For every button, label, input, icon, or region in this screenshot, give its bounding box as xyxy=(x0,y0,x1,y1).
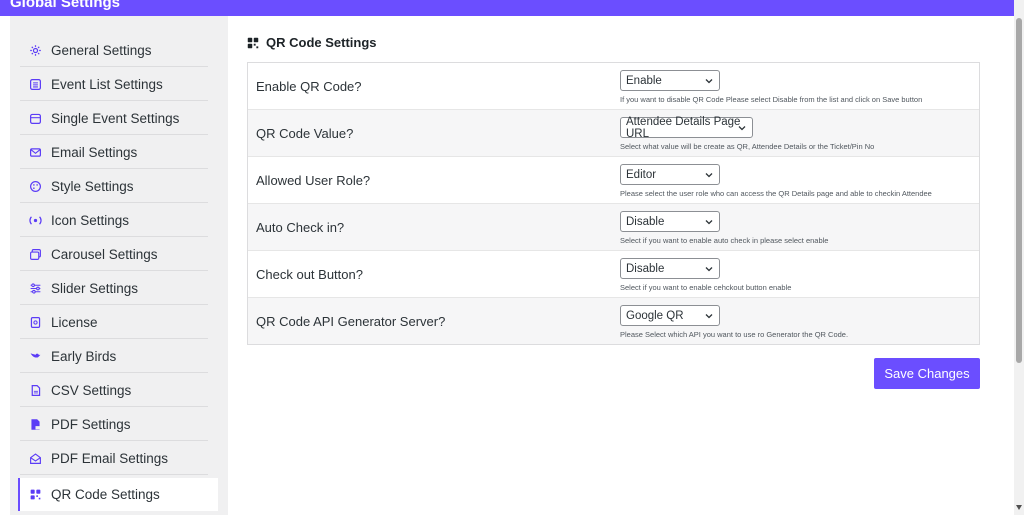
sidebar-item-label: QR Code Settings xyxy=(51,487,160,502)
envelope-open-icon xyxy=(28,451,42,465)
select-value: Enable xyxy=(626,74,662,87)
chevron-down-icon xyxy=(705,173,713,178)
api-server-select[interactable]: Google QR xyxy=(620,305,720,326)
page-title: Global Settings xyxy=(10,0,121,11)
panel-title: QR Code Settings xyxy=(247,35,377,50)
sidebar-item-email-settings[interactable]: Email Settings xyxy=(20,136,208,169)
select-value: Editor xyxy=(626,168,657,181)
page-scrollbar[interactable] xyxy=(1014,0,1024,515)
sidebar-item-label: Single Event Settings xyxy=(51,110,180,126)
setting-row-api-server: QR Code API Generator Server? Google QR … xyxy=(248,298,979,344)
top-header-bar: Global Settings xyxy=(0,0,1014,16)
sidebar-item-label: Slider Settings xyxy=(51,280,139,296)
scrollbar-thumb[interactable] xyxy=(1016,18,1022,363)
select-value: Google QR xyxy=(626,309,684,322)
qrcode-icon xyxy=(247,37,259,49)
setting-hint: Select what value will be create as QR, … xyxy=(620,142,875,151)
pdf-icon xyxy=(28,417,42,431)
setting-label: Auto Check in? xyxy=(256,220,345,235)
auto-checkin-select[interactable]: Disable xyxy=(620,211,720,232)
chevron-down-icon xyxy=(738,126,746,131)
sidebar-item-event-list-settings[interactable]: Event List Settings xyxy=(20,68,208,101)
panel-title-text: QR Code Settings xyxy=(266,35,377,50)
envelope-icon xyxy=(28,145,42,159)
setting-hint: Select if you want to enable auto check … xyxy=(620,236,829,245)
sidebar-item-single-event-settings[interactable]: Single Event Settings xyxy=(20,102,208,135)
chevron-down-icon xyxy=(705,267,713,272)
sidebar-item-license[interactable]: License xyxy=(20,306,208,339)
images-icon xyxy=(28,247,42,261)
sidebar-item-label: Carousel Settings xyxy=(51,246,158,262)
sidebar-item-label: Early Birds xyxy=(51,348,117,364)
setting-hint: Please Select which API you want to use … xyxy=(620,330,849,339)
bird-icon xyxy=(28,349,42,363)
settings-table: Enable QR Code? Enable If you want to di… xyxy=(247,62,980,345)
select-value: Disable xyxy=(626,262,665,275)
sidebar-item-style-settings[interactable]: Style Settings xyxy=(20,170,208,203)
setting-hint: If you want to disable QR Code Please se… xyxy=(620,95,923,104)
setting-row-checkout-button: Check out Button? Disable Select if you … xyxy=(248,251,979,298)
sidebar-item-label: License xyxy=(51,314,98,330)
checkout-button-select[interactable]: Disable xyxy=(620,258,720,279)
select-value: Attendee Details Page URL xyxy=(626,115,741,140)
setting-hint: Please select the user role who can acce… xyxy=(620,189,932,198)
setting-row-enable-qr: Enable QR Code? Enable If you want to di… xyxy=(248,63,979,110)
chevron-down-icon xyxy=(705,220,713,225)
setting-label: Allowed User Role? xyxy=(256,173,371,188)
setting-row-allowed-role: Allowed User Role? Editor Please select … xyxy=(248,157,979,204)
setting-row-qr-value: QR Code Value? Attendee Details Page URL… xyxy=(248,110,979,157)
calendar-icon xyxy=(28,111,42,125)
sidebar-item-label: Email Settings xyxy=(51,144,138,160)
setting-label: QR Code Value? xyxy=(256,126,354,141)
chevron-down-icon xyxy=(705,314,713,319)
setting-row-auto-checkin: Auto Check in? Disable Select if you wan… xyxy=(248,204,979,251)
sidebar-item-label: PDF Settings xyxy=(51,416,131,432)
sliders-icon xyxy=(28,281,42,295)
sidebar-item-label: General Settings xyxy=(51,42,152,58)
sidebar-item-label: Event List Settings xyxy=(51,76,163,92)
sidebar-item-csv-settings[interactable]: CSV Settings xyxy=(20,374,208,407)
chevron-down-icon xyxy=(705,79,713,84)
sidebar-item-general-settings[interactable]: General Settings xyxy=(20,34,208,67)
license-icon xyxy=(28,315,42,329)
setting-label: Check out Button? xyxy=(256,267,363,282)
sidebar-item-slider-settings[interactable]: Slider Settings xyxy=(20,272,208,305)
file-icon xyxy=(28,383,42,397)
gear-icon xyxy=(28,43,42,57)
target-icon xyxy=(28,213,42,227)
sidebar-item-label: Icon Settings xyxy=(51,212,130,228)
sidebar-item-qr-code-settings[interactable]: QR Code Settings xyxy=(18,478,218,511)
select-value: Disable xyxy=(626,215,665,228)
save-changes-button[interactable]: Save Changes xyxy=(874,358,980,389)
qr-value-select[interactable]: Attendee Details Page URL xyxy=(620,115,753,140)
sidebar-item-label: CSV Settings xyxy=(51,382,132,398)
qrcode-icon xyxy=(28,488,42,502)
palette-icon xyxy=(28,179,42,193)
sidebar-item-label: PDF Email Settings xyxy=(51,450,169,466)
sidebar-item-carousel-settings[interactable]: Carousel Settings xyxy=(20,238,208,271)
setting-label: QR Code API Generator Server? xyxy=(256,314,446,329)
scroll-down-arrow-icon[interactable] xyxy=(1016,505,1022,510)
sidebar-item-pdf-email-settings[interactable]: PDF Email Settings xyxy=(20,442,208,475)
enable-qr-select[interactable]: Enable xyxy=(620,70,720,91)
sidebar-item-icon-settings[interactable]: Icon Settings xyxy=(20,204,208,237)
sidebar-item-early-birds[interactable]: Early Birds xyxy=(20,340,208,373)
setting-label: Enable QR Code? xyxy=(256,79,362,94)
list-icon xyxy=(28,77,42,91)
allowed-role-select[interactable]: Editor xyxy=(620,164,720,185)
setting-hint: Select if you want to enable cehckout bu… xyxy=(620,283,792,292)
sidebar-item-pdf-settings[interactable]: PDF Settings xyxy=(20,408,208,441)
sidebar-item-label: Style Settings xyxy=(51,178,134,194)
